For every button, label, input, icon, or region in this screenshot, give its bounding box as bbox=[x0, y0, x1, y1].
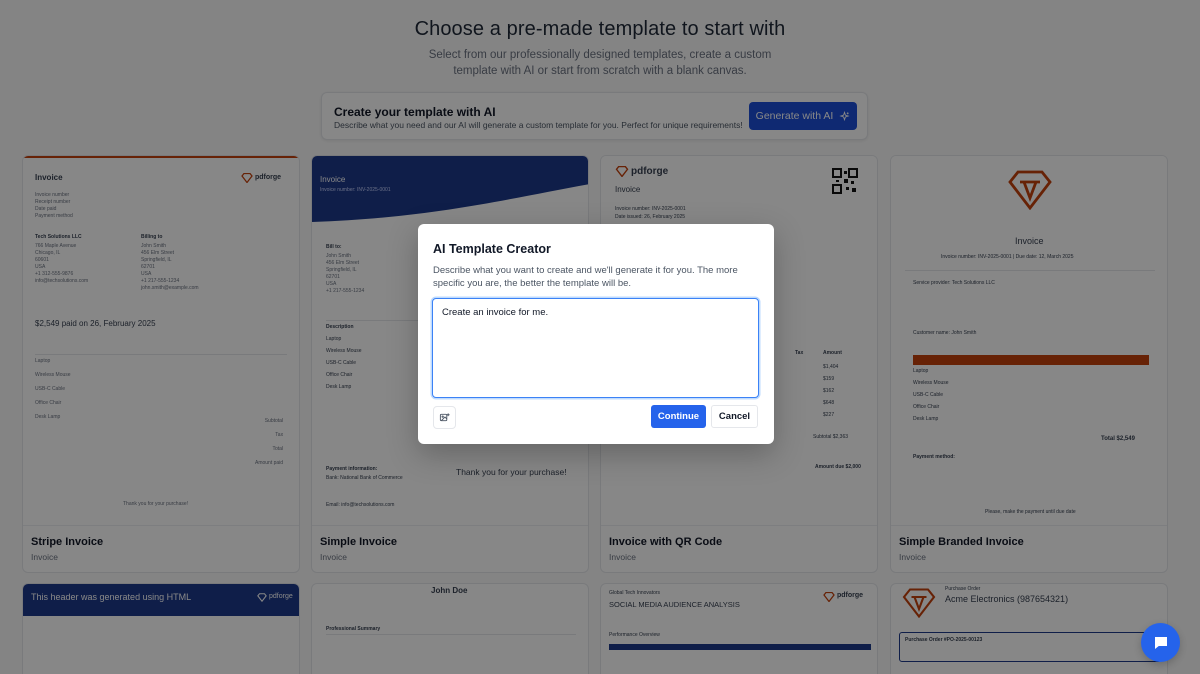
modal-description: Describe what you want to create and we'… bbox=[433, 265, 738, 289]
cancel-button[interactable]: Cancel bbox=[711, 405, 758, 428]
continue-button[interactable]: Continue bbox=[651, 405, 706, 428]
attach-image-button[interactable] bbox=[433, 406, 456, 429]
modal-title: AI Template Creator bbox=[433, 242, 551, 256]
prompt-textarea[interactable]: Create an invoice for me. bbox=[432, 298, 759, 398]
image-upload-icon bbox=[439, 413, 450, 422]
chat-widget-button[interactable] bbox=[1141, 623, 1180, 662]
ai-template-creator-modal: AI Template Creator Describe what you wa… bbox=[418, 224, 774, 444]
chat-bubble-icon bbox=[1154, 636, 1167, 649]
